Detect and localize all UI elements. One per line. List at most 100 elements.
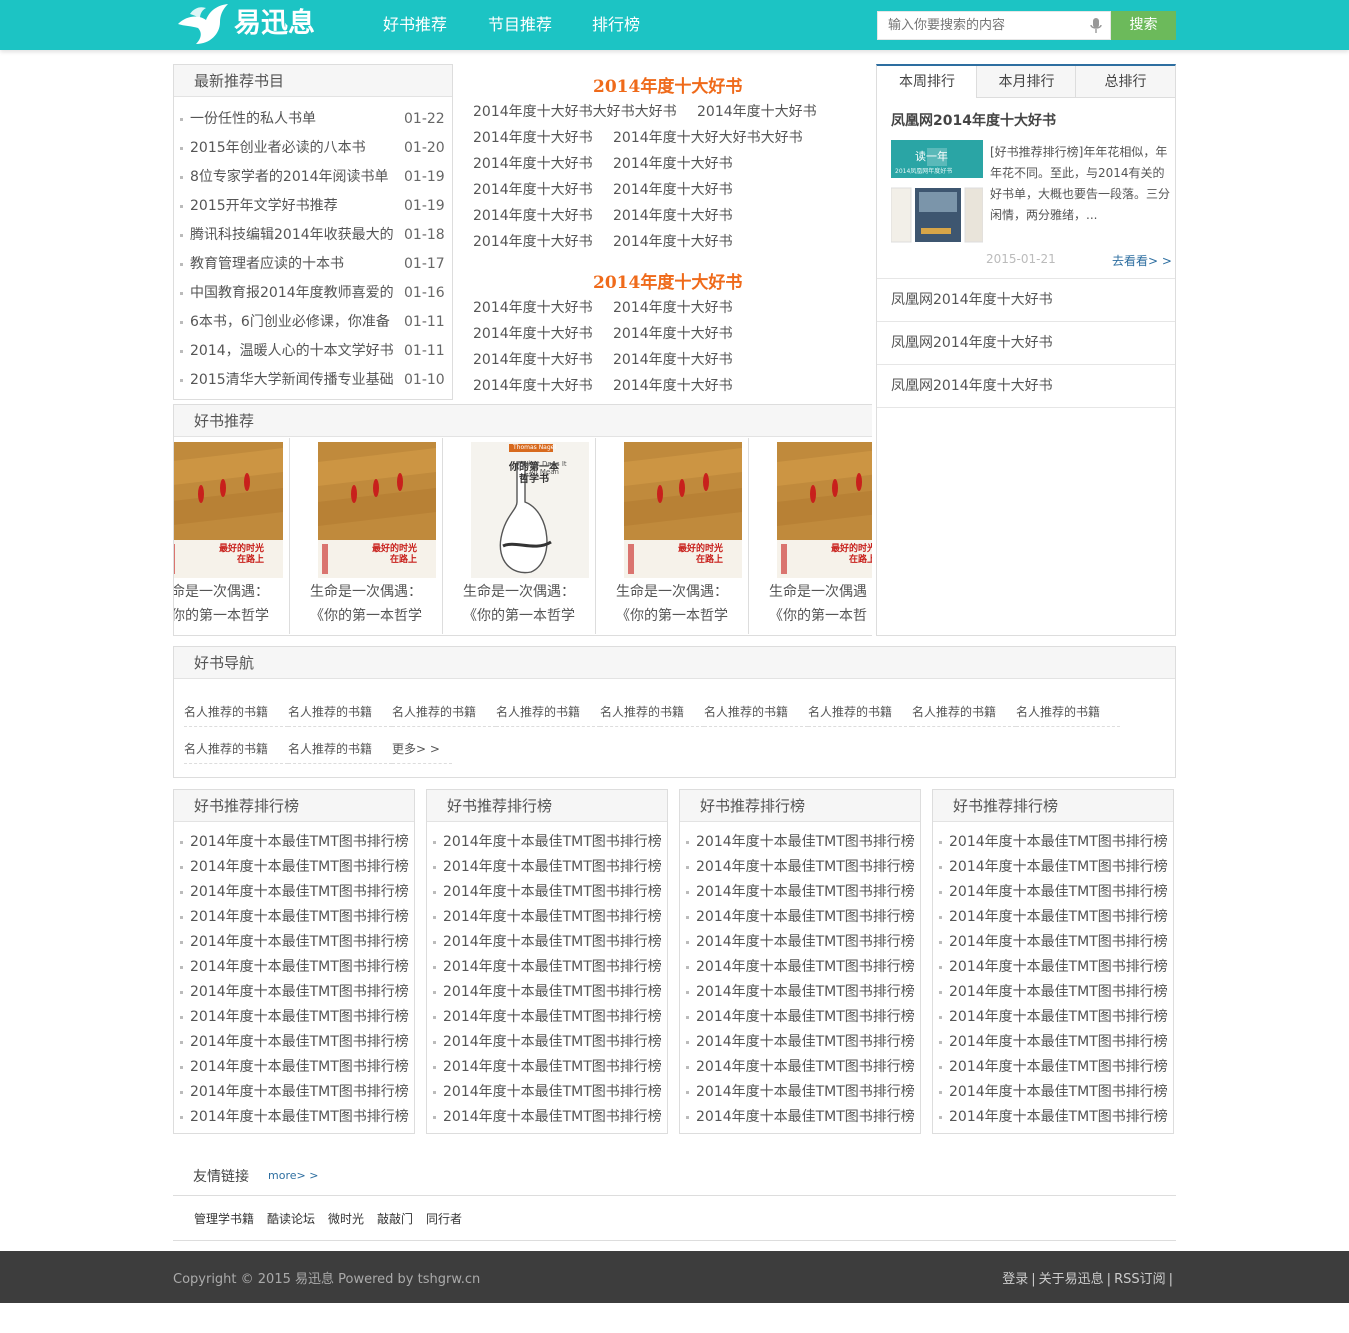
book-card[interactable]: 最好的时光 在路上生命是一次偶遇《你的第一本哲 xyxy=(749,438,872,634)
friend-link[interactable]: 敲敲门 xyxy=(377,1210,413,1227)
rank-column-item-text[interactable]: 2014年度十本最佳TMT图书排行榜 xyxy=(190,1005,412,1029)
rank-column-item[interactable]: 2014年度十本最佳TMT图书排行榜 xyxy=(174,955,414,979)
rank-column-item-text[interactable]: 2014年度十本最佳TMT图书排行榜 xyxy=(696,1080,918,1104)
rank-column-item-text[interactable]: 2014年度十本最佳TMT图书排行榜 xyxy=(443,1055,665,1079)
rank-column-item-text[interactable]: 2014年度十本最佳TMT图书排行榜 xyxy=(696,1055,918,1079)
ranking-item[interactable]: 凤凰网2014年度十大好书 xyxy=(877,365,1175,408)
list-item-title[interactable]: 一份任性的私人书单 xyxy=(190,107,400,131)
list-item-title[interactable]: 2015年创业者必读的八本书 xyxy=(190,136,400,160)
featured-link[interactable]: 2014年度十大好书 xyxy=(473,298,593,318)
rank-column-item-text[interactable]: 2014年度十本最佳TMT图书排行榜 xyxy=(190,1030,412,1054)
rank-column-item-text[interactable]: 2014年度十本最佳TMT图书排行榜 xyxy=(190,1105,412,1129)
list-item[interactable]: 2015清华大学新闻传播专业基础 01-10 xyxy=(174,368,452,392)
rank-column-item-text[interactable]: 2014年度十本最佳TMT图书排行榜 xyxy=(949,1005,1171,1029)
featured-link[interactable]: 2014年度十大好书 xyxy=(697,102,817,122)
rank-column-item-text[interactable]: 2014年度十本最佳TMT图书排行榜 xyxy=(696,905,918,929)
rank-column-item[interactable]: 2014年度十本最佳TMT图书排行榜 xyxy=(933,830,1173,854)
tab-total[interactable]: 总排行 xyxy=(1075,66,1175,98)
list-item-title[interactable]: 2015清华大学新闻传播专业基础 xyxy=(190,368,400,392)
rank-column-item[interactable]: 2014年度十本最佳TMT图书排行榜 xyxy=(427,930,667,954)
rank-column-item-text[interactable]: 2014年度十本最佳TMT图书排行榜 xyxy=(949,1080,1171,1104)
featured-link[interactable]: 2014年度十大好书 xyxy=(613,376,733,396)
rank-column-item[interactable]: 2014年度十本最佳TMT图书排行榜 xyxy=(933,880,1173,904)
book-title-line2[interactable]: 《你的第一本哲 xyxy=(769,606,867,626)
rank-column-item-text[interactable]: 2014年度十本最佳TMT图书排行榜 xyxy=(696,1105,918,1129)
book-card[interactable]: 你的第一本 哲学书 What Does It All Mean Thomas Nag… xyxy=(443,438,596,634)
featured-link[interactable]: 2014年度十大好书大好书大好书 xyxy=(473,102,677,122)
rank-column-item[interactable]: 2014年度十本最佳TMT图书排行榜 xyxy=(174,930,414,954)
rank-column-item[interactable]: 2014年度十本最佳TMT图书排行榜 xyxy=(174,905,414,929)
list-item-title[interactable]: 教育管理者应读的十本书 xyxy=(190,252,400,276)
read-more-link[interactable]: 去看看> > xyxy=(1112,252,1172,269)
rank-column-item-text[interactable]: 2014年度十本最佳TMT图书排行榜 xyxy=(696,880,918,904)
rank-column-item-text[interactable]: 2014年度十本最佳TMT图书排行榜 xyxy=(696,830,918,854)
list-item-title[interactable]: 8位专家学者的2014年阅读书单 xyxy=(190,165,400,189)
tab-weekly[interactable]: 本周排行 xyxy=(877,66,977,98)
list-item[interactable]: 一份任性的私人书单 01-22 xyxy=(174,107,452,131)
featured-link[interactable]: 2014年度十大好书 xyxy=(613,232,733,252)
book-nav-link[interactable]: 名人推荐的书籍 xyxy=(184,702,288,727)
book-title-line2[interactable]: 《你的第一本哲学 xyxy=(463,606,575,626)
rank-column-item-text[interactable]: 2014年度十本最佳TMT图书排行榜 xyxy=(949,1030,1171,1054)
friend-link[interactable]: 管理学书籍 xyxy=(194,1210,254,1227)
rank-column-item[interactable]: 2014年度十本最佳TMT图书排行榜 xyxy=(174,855,414,879)
logo-bird-icon[interactable] xyxy=(176,2,230,46)
list-item[interactable]: 6本书，6门创业必修课，你准备 01-11 xyxy=(174,310,452,334)
featured-link[interactable]: 2014年度十大好书 xyxy=(473,128,593,148)
list-item-title[interactable]: 2015开年文学好书推荐 xyxy=(190,194,400,218)
book-title-line1[interactable]: 生命是一次偶遇： xyxy=(616,582,728,602)
rank-column-item-text[interactable]: 2014年度十本最佳TMT图书排行榜 xyxy=(949,1055,1171,1079)
rank-column-item[interactable]: 2014年度十本最佳TMT图书排行榜 xyxy=(680,1030,920,1054)
book-title-line2[interactable]: 《你的第一本哲学 xyxy=(616,606,728,626)
list-item[interactable]: 2014，温暖人心的十本文学好书 01-11 xyxy=(174,339,452,363)
friend-links-more[interactable]: more> > xyxy=(268,1169,318,1182)
rank-column-item-text[interactable]: 2014年度十本最佳TMT图书排行榜 xyxy=(443,1030,665,1054)
featured-link[interactable]: 2014年度十大好书 xyxy=(613,154,733,174)
rank-column-item[interactable]: 2014年度十本最佳TMT图书排行榜 xyxy=(680,955,920,979)
book-nav-link[interactable]: 名人推荐的书籍 xyxy=(600,702,704,727)
rank-column-item[interactable]: 2014年度十本最佳TMT图书排行榜 xyxy=(680,930,920,954)
rank-column-item[interactable]: 2014年度十本最佳TMT图书排行榜 xyxy=(174,1105,414,1129)
list-item[interactable]: 腾讯科技编辑2014年收获最大的 01-18 xyxy=(174,223,452,247)
book-title-line2[interactable]: 《你的第一本哲学 xyxy=(174,606,269,626)
book-title-line1[interactable]: 生命是一次偶遇： xyxy=(463,582,575,602)
book-title-line1[interactable]: 生命是一次偶遇 xyxy=(769,582,867,602)
rank-column-item[interactable]: 2014年度十本最佳TMT图书排行榜 xyxy=(680,1005,920,1029)
friend-link[interactable]: 酷读论坛 xyxy=(267,1210,315,1227)
rank-column-item[interactable]: 2014年度十本最佳TMT图书排行榜 xyxy=(933,980,1173,1004)
rank-column-item-text[interactable]: 2014年度十本最佳TMT图书排行榜 xyxy=(190,880,412,904)
featured-link[interactable]: 2014年度十大好大好书大好书 xyxy=(613,128,803,148)
list-item-title[interactable]: 腾讯科技编辑2014年收获最大的 xyxy=(190,223,400,247)
rank-column-item[interactable]: 2014年度十本最佳TMT图书排行榜 xyxy=(427,1005,667,1029)
book-nav-link[interactable]: 名人推荐的书籍 xyxy=(184,739,288,764)
book-nav-link[interactable]: 名人推荐的书籍 xyxy=(288,739,392,764)
featured-link[interactable]: 2014年度十大好书 xyxy=(613,324,733,344)
rank-column-item-text[interactable]: 2014年度十本最佳TMT图书排行榜 xyxy=(443,855,665,879)
rank-column-item-text[interactable]: 2014年度十本最佳TMT图书排行榜 xyxy=(190,955,412,979)
rank-column-item-text[interactable]: 2014年度十本最佳TMT图书排行榜 xyxy=(696,1030,918,1054)
rank-column-item-text[interactable]: 2014年度十本最佳TMT图书排行榜 xyxy=(190,1080,412,1104)
rank-column-item[interactable]: 2014年度十本最佳TMT图书排行榜 xyxy=(174,830,414,854)
ranking-item[interactable]: 凤凰网2014年度十大好书 xyxy=(877,279,1175,322)
featured-link[interactable]: 2014年度十大好书 xyxy=(473,350,593,370)
featured-link[interactable]: 2014年度十大好书 xyxy=(473,376,593,396)
book-nav-link[interactable]: 名人推荐的书籍 xyxy=(288,702,392,727)
featured-title-2[interactable]: 2014年度十大好书 xyxy=(593,268,742,293)
rank-column-item-text[interactable]: 2014年度十本最佳TMT图书排行榜 xyxy=(949,930,1171,954)
rank-column-item-text[interactable]: 2014年度十本最佳TMT图书排行榜 xyxy=(696,1005,918,1029)
list-item-title[interactable]: 2014，温暖人心的十本文学好书 xyxy=(190,339,400,363)
book-nav-more[interactable]: 更多> > xyxy=(392,739,452,764)
book-card[interactable]: 最好的时光 在路上生命是一次偶遇： 《你的第一本哲学 xyxy=(174,438,290,634)
rank-column-item[interactable]: 2014年度十本最佳TMT图书排行榜 xyxy=(427,1080,667,1104)
featured-link[interactable]: 2014年度十大好书 xyxy=(473,180,593,200)
book-nav-link[interactable]: 名人推荐的书籍 xyxy=(808,702,912,727)
rank-column-item[interactable]: 2014年度十本最佳TMT图书排行榜 xyxy=(933,855,1173,879)
featured-link[interactable]: 2014年度十大好书 xyxy=(473,232,593,252)
list-item[interactable]: 2015开年文学好书推荐 01-19 xyxy=(174,194,452,218)
rank-column-item[interactable]: 2014年度十本最佳TMT图书排行榜 xyxy=(680,880,920,904)
rank-column-item[interactable]: 2014年度十本最佳TMT图书排行榜 xyxy=(427,955,667,979)
rank-column-item[interactable]: 2014年度十本最佳TMT图书排行榜 xyxy=(680,855,920,879)
rank-column-item-text[interactable]: 2014年度十本最佳TMT图书排行榜 xyxy=(949,980,1171,1004)
book-card[interactable]: 最好的时光 在路上生命是一次偶遇： 《你的第一本哲学 xyxy=(596,438,749,634)
footer-link[interactable]: 登录 xyxy=(1002,1272,1028,1287)
